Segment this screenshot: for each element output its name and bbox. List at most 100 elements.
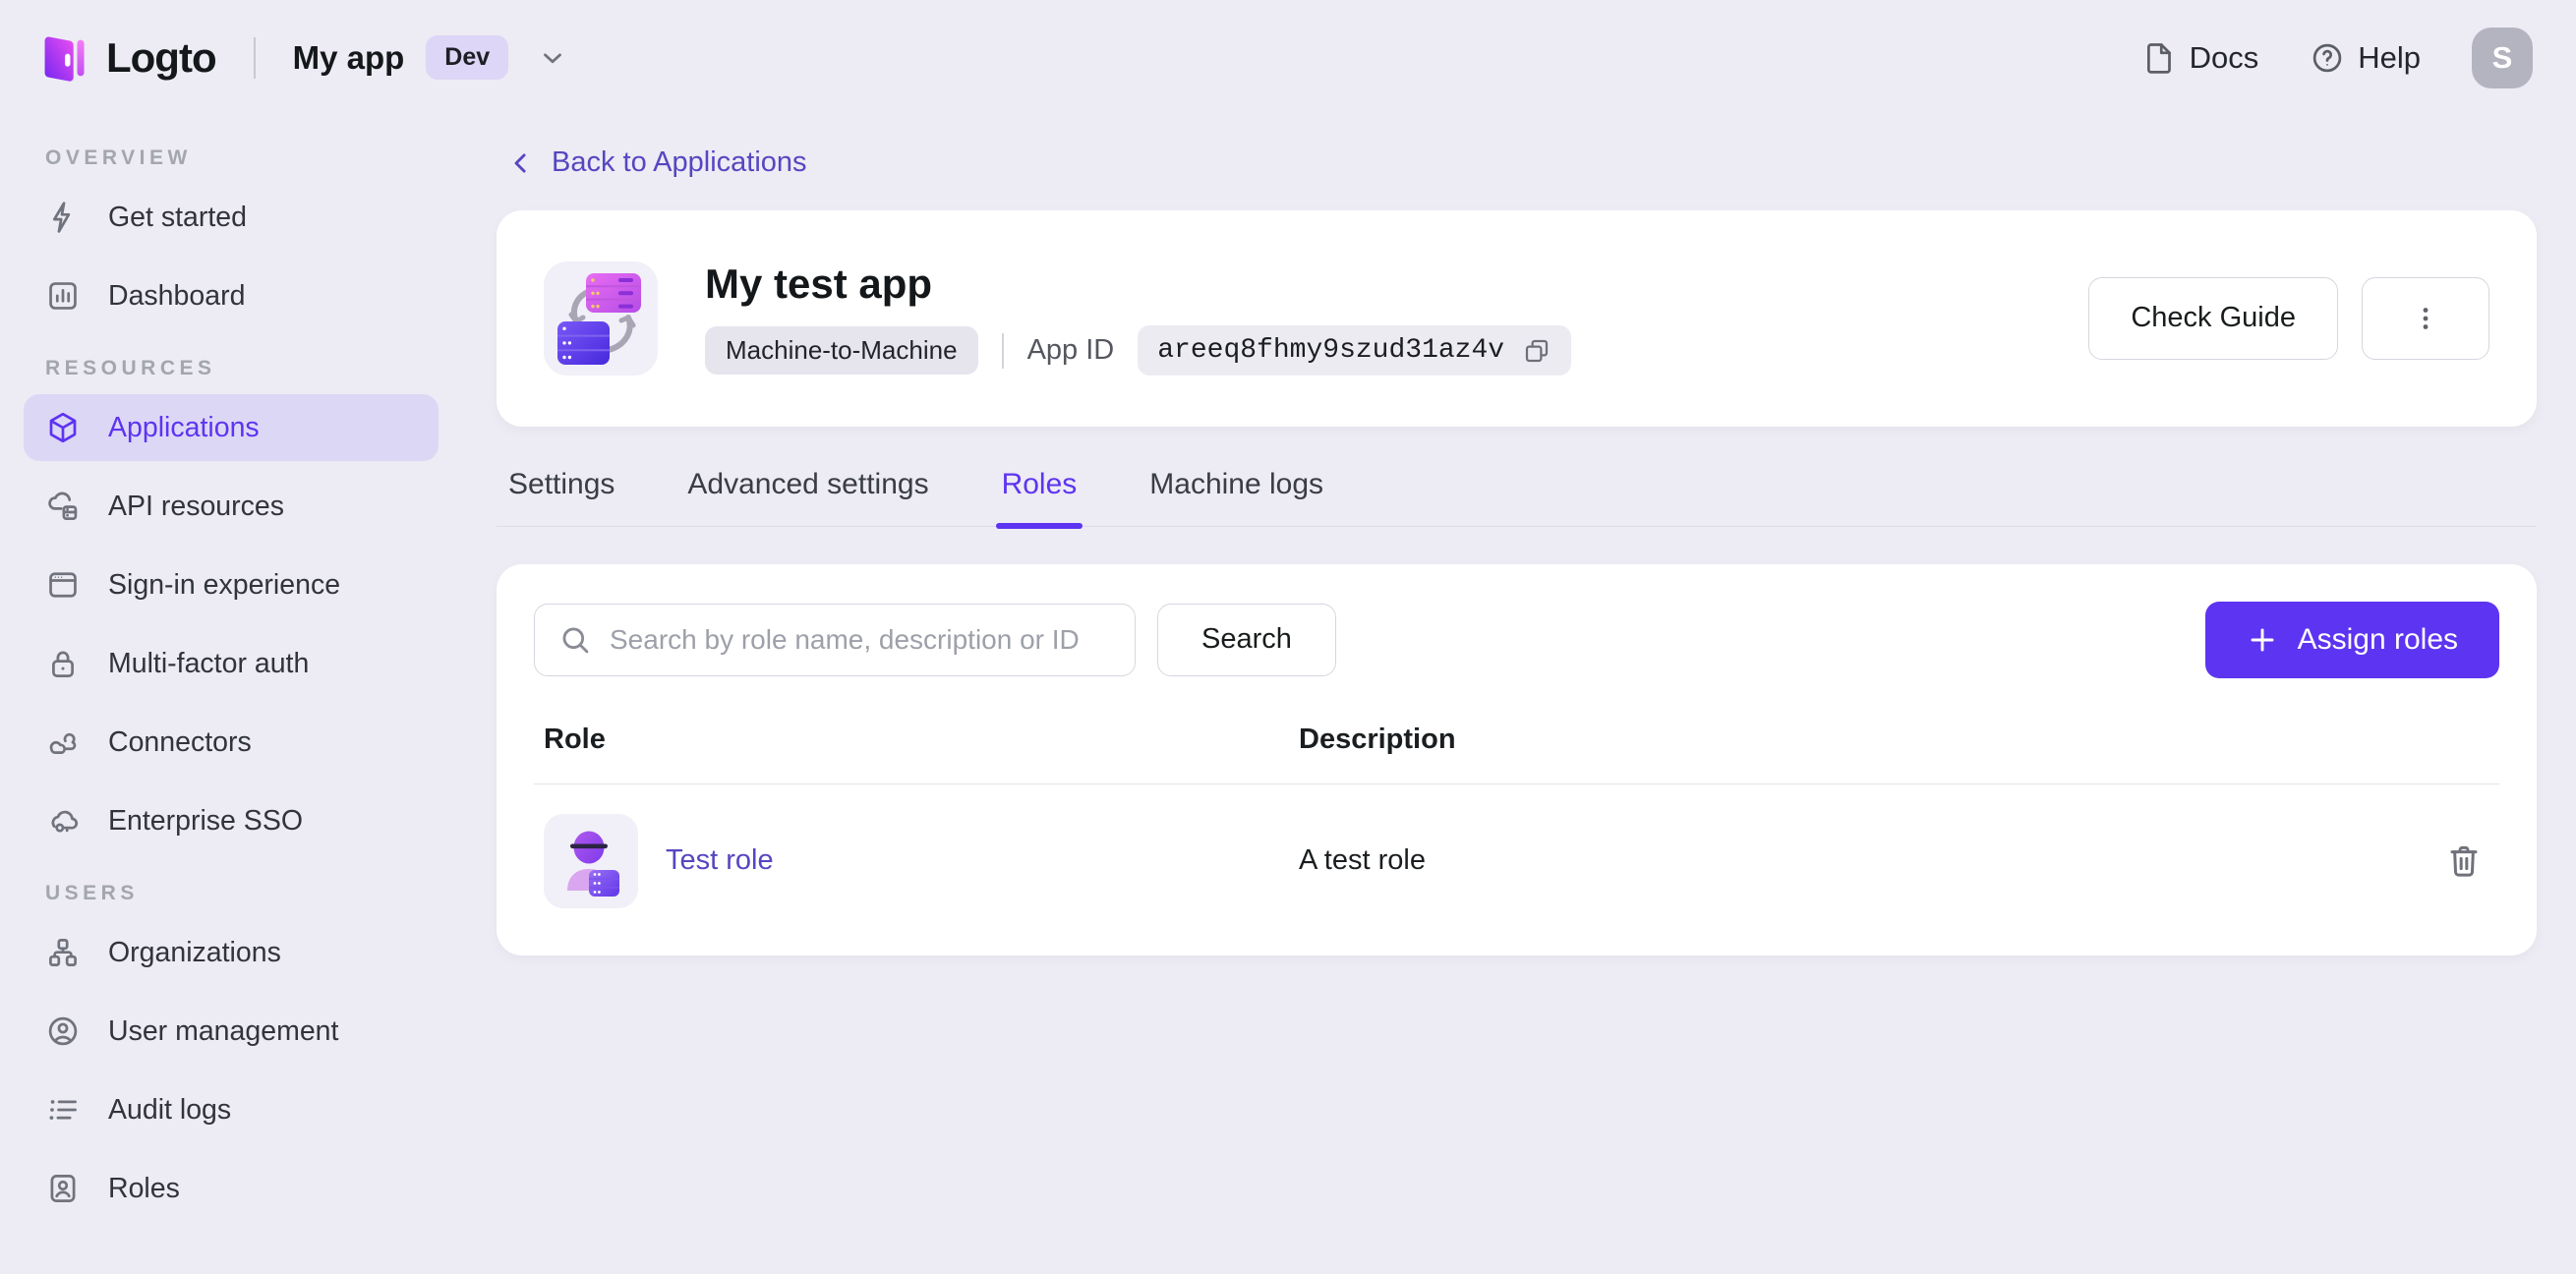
- sidebar-item-user-management[interactable]: User management: [24, 998, 439, 1065]
- env-badge: Dev: [426, 35, 509, 80]
- sidebar-item-get-started[interactable]: Get started: [24, 184, 439, 251]
- back-chevron-icon: [506, 148, 536, 178]
- sidebar-item-label: Audit logs: [108, 1093, 232, 1126]
- sidebar-item-organizations[interactable]: Organizations: [24, 919, 439, 986]
- role-cell: Test role: [544, 813, 1299, 908]
- role-name-link[interactable]: Test role: [666, 844, 774, 877]
- role-icon: [544, 813, 638, 908]
- list-icon: [45, 1092, 81, 1128]
- app-detail-tabs: Settings Advanced settings Roles Machine…: [497, 468, 2537, 529]
- sidebar-section-overview: OVERVIEW: [45, 146, 192, 169]
- sidebar-item-connectors[interactable]: Connectors: [24, 709, 439, 776]
- sidebar-item-label: Get started: [108, 201, 247, 233]
- logto-logo-icon: [39, 31, 88, 85]
- docs-icon: [2141, 40, 2177, 76]
- copy-icon[interactable]: [1522, 336, 1551, 366]
- sidebar-item-api-resources[interactable]: API resources: [24, 473, 439, 540]
- cloud-key-icon: [45, 803, 81, 839]
- tab-settings[interactable]: Settings: [508, 468, 615, 526]
- table-row[interactable]: Test role A test role: [534, 784, 2499, 908]
- lock-icon: [45, 646, 81, 681]
- app-id-value: areeq8fhmy9szud31az4v: [1157, 335, 1505, 366]
- sidebar-item-dashboard[interactable]: Dashboard: [24, 262, 439, 329]
- sidebar-item-audit-logs[interactable]: Audit logs: [24, 1076, 439, 1143]
- sidebar-item-label: Enterprise SSO: [108, 804, 303, 837]
- sidebar-item-multi-factor-auth[interactable]: Multi-factor auth: [24, 630, 439, 697]
- lightning-icon: [45, 200, 81, 235]
- app-header-card: My test app Machine-to-Machine App ID ar…: [497, 209, 2537, 427]
- tab-machine-logs[interactable]: Machine logs: [1149, 468, 1323, 526]
- roles-toolbar: Search Assign roles: [534, 601, 2499, 678]
- more-actions-button[interactable]: [2362, 276, 2489, 360]
- docs-link[interactable]: Docs: [2141, 39, 2259, 76]
- app-type-badge: Machine-to-Machine: [705, 326, 978, 375]
- search-icon: [558, 623, 592, 657]
- help-icon: [2310, 40, 2345, 76]
- sidebar-item-label: Sign-in experience: [108, 568, 341, 601]
- check-guide-button[interactable]: Check Guide: [2088, 276, 2338, 360]
- trash-icon: [2444, 841, 2484, 881]
- help-label: Help: [2358, 39, 2421, 75]
- app-switcher-name: My app: [292, 38, 405, 76]
- chevron-down-icon: [538, 43, 567, 73]
- tab-advanced-settings[interactable]: Advanced settings: [687, 468, 928, 526]
- role-description: A test role: [1299, 844, 1426, 876]
- column-header-role: Role: [544, 723, 606, 755]
- user-circle-icon: [45, 1013, 81, 1049]
- role-search-input[interactable]: [610, 623, 1111, 656]
- sidebar-item-label: Multi-factor auth: [108, 647, 310, 679]
- sidebar-item-label: Applications: [108, 411, 260, 443]
- clouds-icon: [45, 724, 81, 760]
- back-link-label: Back to Applications: [552, 146, 807, 178]
- sidebar-item-label: Roles: [108, 1172, 180, 1204]
- search-button[interactable]: Search: [1157, 603, 1336, 676]
- kebab-icon: [2409, 302, 2442, 335]
- docs-label: Docs: [2189, 39, 2259, 75]
- roles-table: Role Description Test role A test role: [534, 724, 2499, 908]
- sidebar-item-label: Connectors: [108, 725, 252, 758]
- topbar-right: Docs Help S: [2141, 27, 2533, 88]
- sidebar-item-enterprise-sso[interactable]: Enterprise SSO: [24, 787, 439, 854]
- delete-role-button[interactable]: [2438, 836, 2489, 887]
- sidebar-item-roles[interactable]: Roles: [24, 1155, 439, 1222]
- role-search-box[interactable]: [534, 603, 1136, 676]
- machine-to-machine-app-icon: [544, 261, 658, 376]
- bar-chart-icon: [45, 278, 81, 314]
- user-avatar[interactable]: S: [2472, 27, 2533, 88]
- app-title: My test app: [705, 261, 933, 307]
- app-info: My test app Machine-to-Machine App ID ar…: [705, 261, 1572, 376]
- roles-panel: Search Assign roles Role Description: [497, 563, 2537, 956]
- roles-table-header: Role Description: [534, 724, 2499, 784]
- app-switcher[interactable]: My app Dev: [293, 35, 568, 80]
- assign-roles-button[interactable]: Assign roles: [2204, 601, 2499, 678]
- plus-icon: [2247, 624, 2278, 656]
- meta-divider: [1001, 332, 1004, 369]
- topbar: Logto My app Dev Docs Help S: [0, 0, 2576, 115]
- main-content: Back to Applications My test app Machine…: [462, 115, 2576, 1274]
- browser-icon: [45, 567, 81, 603]
- column-header-actions: [2401, 739, 2489, 767]
- app-id-label: App ID: [1026, 334, 1115, 366]
- app-meta: Machine-to-Machine App ID areeq8fhmy9szu…: [705, 325, 1572, 376]
- sidebar-item-label: Organizations: [108, 936, 281, 968]
- cloud-box-icon: [45, 489, 81, 524]
- sidebar-item-label: API resources: [108, 490, 284, 522]
- sidebar-item-label: User management: [108, 1014, 339, 1047]
- brand-name: Logto: [106, 33, 217, 81]
- sidebar-section-users: USERS: [45, 882, 139, 904]
- sidebar-item-sign-in-experience[interactable]: Sign-in experience: [24, 551, 439, 618]
- app-id-copy-box[interactable]: areeq8fhmy9szud31az4v: [1138, 325, 1572, 376]
- topbar-divider: [253, 36, 256, 79]
- help-link[interactable]: Help: [2310, 40, 2421, 76]
- sidebar-item-applications[interactable]: Applications: [24, 394, 439, 461]
- logto-brand[interactable]: Logto: [39, 31, 217, 85]
- org-chart-icon: [45, 935, 81, 970]
- sidebar: OVERVIEW Get started Dashboard RESOURCES: [0, 115, 462, 1274]
- sidebar-item-label: Dashboard: [108, 279, 246, 312]
- cube-icon: [45, 410, 81, 445]
- id-card-icon: [45, 1171, 81, 1206]
- sidebar-section-resources: RESOURCES: [45, 357, 216, 379]
- tab-roles[interactable]: Roles: [995, 468, 1083, 529]
- column-header-description: Description: [1299, 723, 1456, 755]
- back-to-applications-link[interactable]: Back to Applications: [506, 146, 807, 179]
